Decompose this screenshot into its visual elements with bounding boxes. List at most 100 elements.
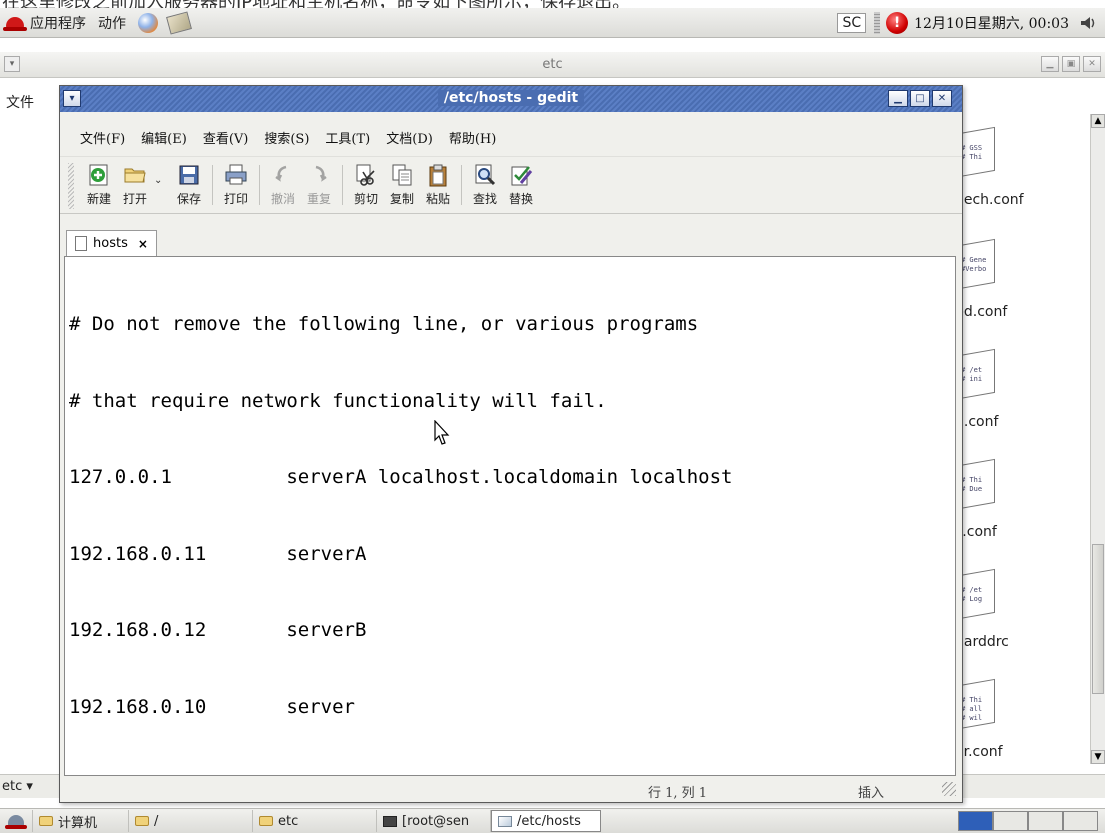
- gedit-toolbar: 新建 打开 ⌄ 保存 打印 撤消 重复 剪切 复制 粘贴 查找 替换: [60, 156, 962, 214]
- undo-label: 撤消: [270, 192, 295, 206]
- input-method-indicator[interactable]: SC: [837, 12, 867, 33]
- file-label[interactable]: nech.conf: [955, 192, 1024, 208]
- workspace-1[interactable]: [958, 811, 993, 831]
- new-label: 新建: [86, 192, 111, 206]
- minimize-button[interactable]: ▁: [1041, 56, 1059, 72]
- mouse-pointer-icon: [434, 420, 450, 445]
- file-preview-text: # all: [961, 705, 983, 713]
- workspace-3[interactable]: [1028, 811, 1063, 831]
- workspace-4[interactable]: [1063, 811, 1098, 831]
- task-terminal[interactable]: [root@sen: [377, 810, 491, 832]
- find-button[interactable]: 查找: [468, 157, 502, 207]
- cut-label: 剪切: [353, 192, 378, 206]
- desktop-icon: [5, 815, 27, 829]
- file-preview-text: #Verbo: [961, 265, 987, 273]
- replace-pencil-icon: [511, 166, 533, 186]
- web-browser-launcher[interactable]: [132, 8, 164, 37]
- minimize-button[interactable]: ▁: [888, 90, 908, 107]
- caption-strip: 在这里修改之前加入服务器的IP地址和主机名称，命令如下图所示，保存退出。: [0, 0, 1105, 8]
- toolbar-separator: [461, 165, 462, 205]
- task-gedit[interactable]: /etc/hosts: [491, 810, 601, 832]
- workspace-switcher[interactable]: [958, 811, 1098, 831]
- print-button[interactable]: 打印: [219, 157, 253, 207]
- close-button[interactable]: ✕: [1083, 56, 1101, 72]
- applications-menu[interactable]: 应用程序: [0, 8, 92, 37]
- replace-button[interactable]: 替换: [504, 157, 538, 207]
- editor-line: 127.0.0.1 serverA localhost.localdomain …: [69, 466, 733, 488]
- task-etc[interactable]: etc: [253, 810, 377, 832]
- bottom-panel: 计算机 / etc [root@sen /etc/hosts: [0, 808, 1105, 833]
- file-manager-scrollbar[interactable]: ▲ ▼: [1090, 114, 1105, 764]
- scroll-thumb[interactable]: [1092, 544, 1104, 694]
- text-document-icon: [75, 236, 87, 251]
- scroll-down-arrow[interactable]: ▼: [1091, 750, 1105, 764]
- paste-button[interactable]: 粘贴: [421, 157, 455, 207]
- open-button[interactable]: 打开: [118, 157, 152, 207]
- maximize-button[interactable]: ▣: [1062, 56, 1080, 72]
- task-computer[interactable]: 计算机: [33, 810, 129, 832]
- menu-help[interactable]: 帮助(H): [449, 128, 496, 147]
- folder-icon: [135, 816, 149, 826]
- clock[interactable]: 12月10日星期六, 00:03: [914, 13, 1069, 33]
- undo-button[interactable]: 撤消: [266, 157, 300, 207]
- gedit-titlebar[interactable]: ▾ /etc/hosts - gedit ▁ □ ✕: [60, 86, 962, 112]
- redhat-icon: [3, 16, 27, 31]
- new-document-icon: [89, 164, 108, 186]
- mail-launcher[interactable]: [164, 8, 196, 37]
- file-preview-text: # Thi: [961, 476, 983, 484]
- resize-grip[interactable]: [942, 782, 956, 796]
- editor-line: 192.168.0.12 serverB: [69, 619, 367, 641]
- workspace-2[interactable]: [993, 811, 1028, 831]
- terminal-icon: [383, 815, 397, 827]
- menu-search[interactable]: 搜索(S): [264, 128, 309, 147]
- file-preview-text: # /et: [961, 366, 983, 374]
- file-page: [959, 568, 995, 620]
- menu-documents[interactable]: 文档(D): [386, 128, 433, 147]
- task-root-folder[interactable]: /: [129, 810, 253, 832]
- open-folder-icon: [124, 168, 146, 183]
- gedit-menubar: 文件(F) 编辑(E) 查看(V) 搜索(S) 工具(T) 文档(D) 帮助(H…: [60, 124, 962, 150]
- menu-tools[interactable]: 工具(T): [325, 128, 370, 147]
- copy-button[interactable]: 复制: [385, 157, 419, 207]
- save-button[interactable]: 保存: [172, 157, 206, 207]
- file-preview-text: # Gene: [961, 256, 987, 264]
- file-page: [959, 458, 995, 510]
- tab-hosts[interactable]: hosts ×: [66, 230, 157, 256]
- file-manager-menu-partial[interactable]: 文件: [0, 92, 34, 112]
- text-editor-area[interactable]: # Do not remove the following line, or v…: [64, 256, 956, 776]
- actions-label: 动作: [98, 15, 126, 32]
- new-button[interactable]: 新建: [82, 157, 116, 207]
- volume-icon[interactable]: [1079, 14, 1097, 32]
- folder-icon: [39, 816, 53, 826]
- menu-view[interactable]: 查看(V): [203, 128, 249, 147]
- menu-edit[interactable]: 编辑(E): [141, 128, 187, 147]
- actions-menu[interactable]: 动作: [92, 8, 132, 37]
- open-recent-dropdown-icon[interactable]: ⌄: [154, 157, 166, 186]
- file-preview-text: # Due: [961, 485, 983, 493]
- location-dropdown[interactable]: etc ▾: [2, 779, 33, 794]
- gedit-title: /etc/hosts - gedit: [437, 90, 585, 106]
- toolbar-handle[interactable]: [68, 163, 74, 209]
- panel-grip: [874, 11, 881, 34]
- file-label[interactable]: uarddrc: [955, 634, 1009, 650]
- toolbar-separator: [342, 165, 343, 205]
- file-page: [959, 238, 995, 290]
- maximize-button[interactable]: □: [910, 90, 930, 107]
- file-preview-text: # wil: [961, 714, 983, 722]
- redo-button[interactable]: 重复: [302, 157, 336, 207]
- caption-text: 在这里修改之前加入服务器的IP地址和主机名称，命令如下图所示，保存退出。: [2, 0, 630, 8]
- cut-button[interactable]: 剪切: [349, 157, 383, 207]
- scroll-up-arrow[interactable]: ▲: [1091, 114, 1105, 128]
- editor-line: 192.168.0.10 server: [69, 695, 355, 718]
- close-button[interactable]: ✕: [932, 90, 952, 107]
- file-page: [959, 348, 995, 400]
- show-desktop-button[interactable]: [0, 810, 33, 832]
- file-preview-text: # ini: [961, 375, 983, 383]
- update-alert-icon[interactable]: !: [886, 11, 909, 34]
- menu-file[interactable]: 文件(F): [80, 128, 125, 147]
- task-label: [root@sen: [402, 813, 470, 829]
- tab-close-icon[interactable]: ×: [138, 237, 148, 251]
- file-manager-titlebar: ▾ etc ▁ ▣ ✕: [0, 52, 1105, 78]
- cursor-position: 行 1, 列 1: [648, 786, 708, 801]
- gedit-statusbar: 行 1, 列 1 插入: [60, 778, 962, 802]
